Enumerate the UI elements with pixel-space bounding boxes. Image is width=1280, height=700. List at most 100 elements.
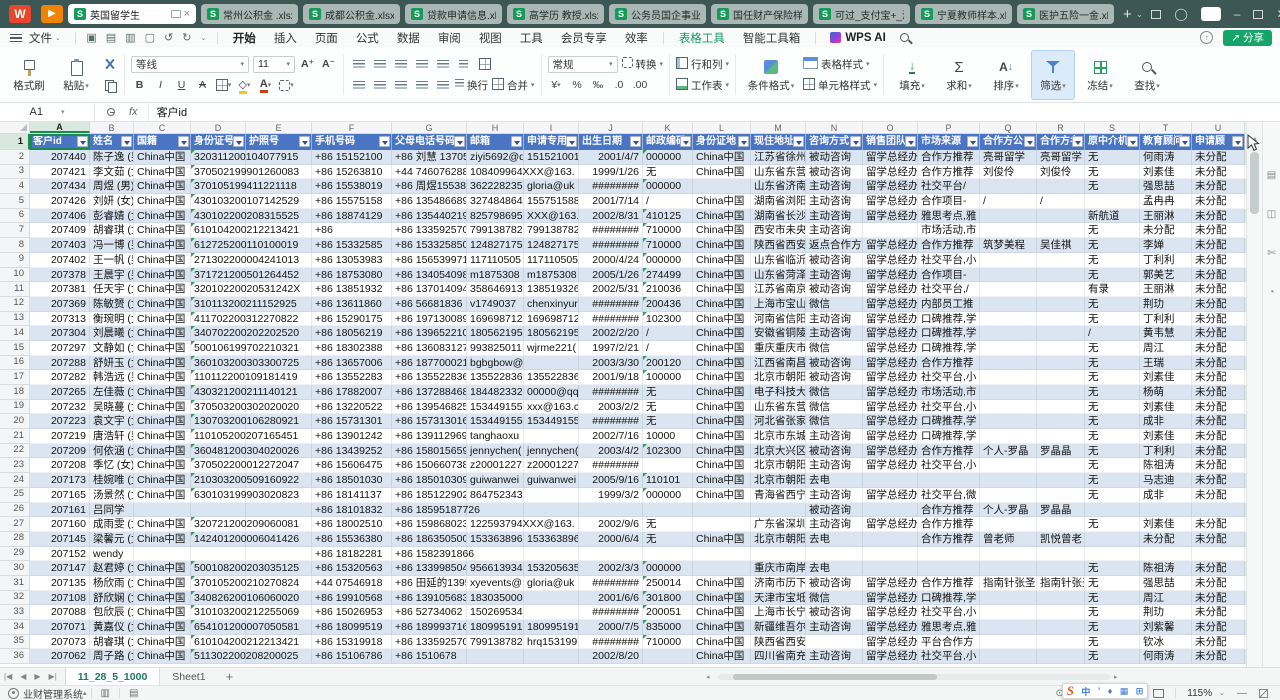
- cell[interactable]: 梁馨元 (女: [90, 532, 134, 547]
- cell[interactable]: [1037, 429, 1085, 444]
- cell[interactable]: 吴佳祺: [1037, 238, 1085, 253]
- cell[interactable]: 留学总经办: [863, 209, 918, 224]
- cell[interactable]: 000000: [643, 488, 693, 503]
- cell[interactable]: [980, 282, 1037, 297]
- cell[interactable]: China中国: [693, 268, 751, 283]
- cell[interactable]: 207173: [30, 473, 90, 488]
- cell[interactable]: 胡睿琪 (女: [90, 635, 134, 650]
- cell[interactable]: [1037, 605, 1085, 620]
- cell[interactable]: 无: [1085, 576, 1140, 591]
- cell[interactable]: 108409964XXX@163.: [467, 165, 524, 180]
- row-number[interactable]: 29: [0, 547, 30, 562]
- cell[interactable]: 207062: [30, 649, 90, 664]
- cell[interactable]: /: [643, 194, 693, 209]
- cell[interactable]: 丁利利: [1140, 253, 1192, 268]
- view-pagebreak-icon[interactable]: [1153, 689, 1164, 698]
- cell[interactable]: [1037, 326, 1085, 341]
- cell[interactable]: 无: [1085, 620, 1140, 635]
- cell[interactable]: 370502199901260083: [191, 165, 246, 180]
- cell[interactable]: China中国: [134, 605, 191, 620]
- cell[interactable]: 864752343: [467, 488, 524, 503]
- cell[interactable]: 210036: [643, 282, 693, 297]
- cell[interactable]: 主动咨询: [806, 223, 863, 238]
- cell[interactable]: 黄韦慧: [1140, 326, 1192, 341]
- cell[interactable]: [693, 561, 751, 576]
- cell[interactable]: 胡睿琪 (女: [90, 223, 134, 238]
- cell[interactable]: 153363896: [467, 532, 524, 547]
- cell[interactable]: 654101200007050581: [191, 620, 246, 635]
- row-number[interactable]: 2: [0, 150, 30, 165]
- column-letter-G[interactable]: G: [392, 122, 467, 133]
- cell[interactable]: 丁利利: [1140, 312, 1192, 327]
- cell[interactable]: wjrme221(: [524, 341, 579, 356]
- row-number[interactable]: 24: [0, 473, 30, 488]
- cell[interactable]: [191, 547, 246, 562]
- cell[interactable]: ########: [579, 414, 643, 429]
- cell[interactable]: +86 15332585: [312, 238, 392, 253]
- cell[interactable]: 207369: [30, 297, 90, 312]
- cell[interactable]: 返点合作方: [806, 238, 863, 253]
- expand-icon[interactable]: [1259, 689, 1268, 698]
- cell[interactable]: China中国: [134, 414, 191, 429]
- cell[interactable]: [1140, 503, 1192, 518]
- cell[interactable]: 主动咨询: [806, 326, 863, 341]
- strikethrough-button[interactable]: A: [194, 77, 211, 94]
- cell[interactable]: 天津市宝坻: [751, 591, 806, 606]
- cell[interactable]: 207232: [30, 400, 90, 415]
- cell[interactable]: 710000: [643, 223, 693, 238]
- cell[interactable]: +86 18501030: [312, 473, 392, 488]
- cell[interactable]: [693, 503, 751, 518]
- column-letter-I[interactable]: I: [524, 122, 579, 133]
- cell[interactable]: 微信: [806, 385, 863, 400]
- quickbar-caret-icon[interactable]: ⌄: [200, 34, 206, 42]
- cell[interactable]: [1037, 312, 1085, 327]
- cell[interactable]: 2002/8/20: [579, 649, 643, 664]
- cell[interactable]: /: [1085, 326, 1140, 341]
- cell[interactable]: +86 18141137: [312, 488, 392, 503]
- restore-icon[interactable]: [1253, 10, 1263, 19]
- cell[interactable]: [1037, 297, 1085, 312]
- header-cell[interactable]: 姓名: [90, 134, 134, 150]
- cell[interactable]: 新疆维吾尔: [751, 620, 806, 635]
- filter-dropdown-icon[interactable]: [233, 136, 244, 147]
- cell[interactable]: ########: [579, 635, 643, 650]
- cell[interactable]: 180995191: [524, 620, 579, 635]
- cell[interactable]: 未分配: [1192, 370, 1245, 385]
- cell[interactable]: [980, 605, 1037, 620]
- cell[interactable]: 2002/9/6: [579, 517, 643, 532]
- cell[interactable]: 安徽省铜陵: [751, 326, 806, 341]
- cell[interactable]: 汤景然 (女: [90, 488, 134, 503]
- filter-dropdown-icon[interactable]: [630, 136, 641, 147]
- cell[interactable]: 罗晶晶: [1037, 503, 1085, 518]
- cell[interactable]: [980, 488, 1037, 503]
- cell[interactable]: 2001/6/6: [579, 591, 643, 606]
- indent-decrease-button[interactable]: [413, 56, 430, 73]
- cell[interactable]: +86 56681836: [392, 297, 467, 312]
- cell[interactable]: [524, 649, 579, 664]
- cell[interactable]: +86 18101832: [312, 503, 392, 518]
- file-tab[interactable]: S成都公积金.xlsx: [303, 4, 400, 24]
- cell[interactable]: 周子路 (女: [90, 649, 134, 664]
- cell[interactable]: 362228235: [467, 179, 524, 194]
- header-cell[interactable]: 申请顾: [1192, 134, 1245, 150]
- cell[interactable]: 207313: [30, 312, 90, 327]
- cell[interactable]: +86 15320563: [312, 561, 392, 576]
- cell[interactable]: [1037, 620, 1085, 635]
- cell[interactable]: 610104200212213421: [191, 223, 246, 238]
- header-cell[interactable]: 现住地址: [751, 134, 806, 150]
- cell[interactable]: 207282: [30, 370, 90, 385]
- cell[interactable]: +86 1580156591: [392, 444, 467, 459]
- row-number[interactable]: 4: [0, 179, 30, 194]
- cell[interactable]: 江苏省徐州: [751, 150, 806, 165]
- cell[interactable]: 刘俊伶: [980, 165, 1037, 180]
- cell[interactable]: 207152: [30, 547, 90, 562]
- column-letter-F[interactable]: F: [312, 122, 392, 133]
- cell[interactable]: 主动咨询: [806, 429, 863, 444]
- cell[interactable]: 丁利利: [1140, 444, 1192, 459]
- cell[interactable]: 西安市未央: [751, 223, 806, 238]
- cell[interactable]: +86 1340540988: [392, 268, 467, 283]
- file-tab[interactable]: S医护五险一金.xlsx: [1017, 4, 1114, 24]
- decimal-increase-button[interactable]: .00: [632, 77, 649, 94]
- cell[interactable]: +86 18002510: [312, 517, 392, 532]
- cell[interactable]: 1999/3/2: [579, 488, 643, 503]
